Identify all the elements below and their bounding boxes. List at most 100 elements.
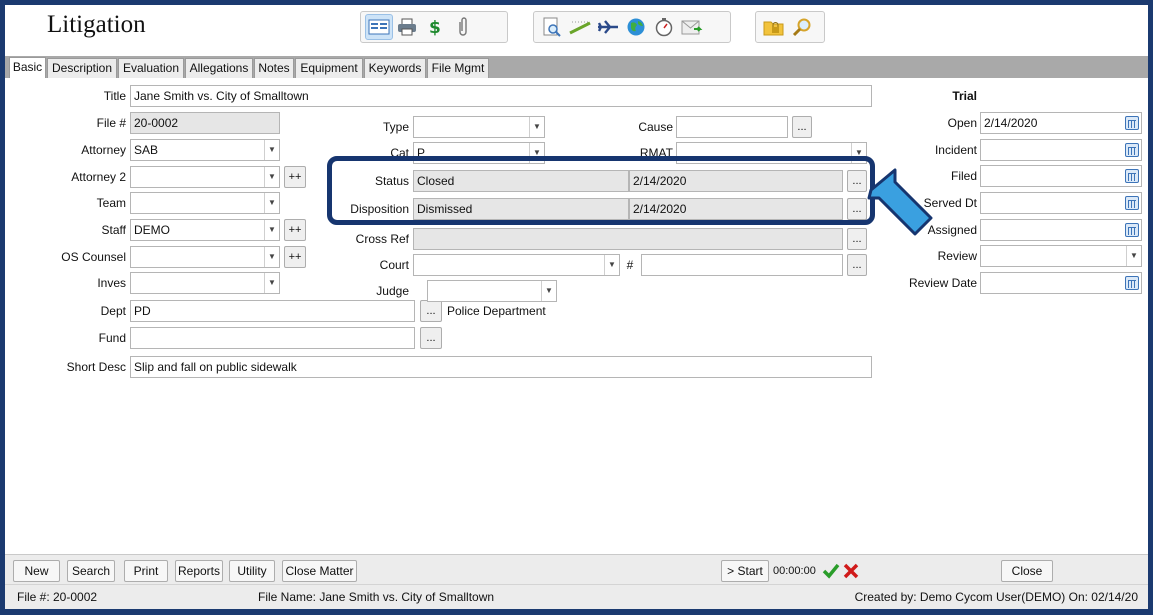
- court-lookup-button[interactable]: ...: [847, 254, 867, 276]
- timer-display: 00:00:00: [773, 565, 816, 577]
- filed-date-field[interactable]: [980, 165, 1142, 187]
- close-button[interactable]: Close: [1001, 560, 1053, 582]
- close-matter-button[interactable]: Close Matter: [282, 560, 357, 582]
- document-search-icon[interactable]: [538, 14, 566, 40]
- chevron-down-icon: ▼: [264, 273, 279, 293]
- svg-text:$: $: [429, 18, 441, 37]
- reports-button[interactable]: Reports: [175, 560, 223, 582]
- pen-icon[interactable]: [566, 14, 594, 40]
- chevron-down-icon: ▼: [541, 281, 556, 301]
- staff-value: DEMO: [134, 223, 170, 237]
- basic-pane: Title Jane Smith vs. City of Smalltown F…: [5, 78, 1148, 549]
- paperclip-icon[interactable]: [449, 14, 477, 40]
- tab-equipment[interactable]: Equipment: [295, 58, 363, 78]
- open-label: Open: [947, 116, 977, 130]
- calendar-icon[interactable]: [1125, 276, 1139, 290]
- served-date-field[interactable]: [980, 192, 1142, 214]
- inves-select[interactable]: ▼: [130, 272, 280, 294]
- cause-field[interactable]: [676, 116, 788, 138]
- magnifier-icon[interactable]: [788, 14, 816, 40]
- title-label: Title: [103, 89, 126, 103]
- status-disposition-highlight: [327, 156, 875, 225]
- chevron-down-icon: ▼: [264, 140, 279, 160]
- calendar-icon[interactable]: [1125, 143, 1139, 157]
- folder-lock-icon[interactable]: [760, 14, 788, 40]
- cross-ref-lookup-button[interactable]: ...: [847, 228, 867, 250]
- attorney2-select[interactable]: ▼: [130, 166, 280, 188]
- os-counsel-select[interactable]: ▼: [130, 246, 280, 268]
- assigned-date-field[interactable]: [980, 219, 1142, 241]
- toolbar-group-1: $: [360, 11, 508, 43]
- tab-strip: Basic Description Evaluation Allegations…: [5, 56, 1148, 78]
- form-view-icon[interactable]: [365, 14, 393, 40]
- dept-lookup-button[interactable]: ...: [420, 300, 442, 322]
- court-number-field[interactable]: [641, 254, 843, 276]
- dept-field[interactable]: PD: [130, 300, 415, 322]
- tab-basic[interactable]: Basic: [9, 57, 46, 78]
- chevron-down-icon: ▼: [604, 255, 619, 275]
- dept-label: Dept: [100, 304, 126, 318]
- staff-select[interactable]: DEMO ▼: [130, 219, 280, 241]
- short-desc-label: Short Desc: [66, 360, 126, 374]
- litigation-window: Litigation $ Basic Description Evaluatio…: [5, 5, 1148, 609]
- add-os-counsel-button[interactable]: ++: [284, 246, 306, 268]
- cross-ref-label: Cross Ref: [355, 232, 409, 246]
- chevron-down-icon: ▼: [1126, 246, 1141, 266]
- tab-keywords[interactable]: Keywords: [364, 58, 426, 78]
- tab-evaluation[interactable]: Evaluation: [118, 58, 184, 78]
- globe-icon[interactable]: [622, 14, 650, 40]
- stopwatch-icon[interactable]: [650, 14, 678, 40]
- cause-lookup-button[interactable]: ...: [792, 116, 812, 138]
- airplane-icon[interactable]: [594, 14, 622, 40]
- chevron-down-icon: ▼: [529, 117, 544, 137]
- tab-description[interactable]: Description: [47, 58, 117, 78]
- fund-lookup-button[interactable]: ...: [420, 327, 442, 349]
- add-staff-button[interactable]: ++: [284, 219, 306, 241]
- calendar-icon[interactable]: [1125, 116, 1139, 130]
- utility-button[interactable]: Utility: [229, 560, 275, 582]
- chevron-down-icon: ▼: [264, 167, 279, 187]
- incident-label: Incident: [934, 143, 977, 157]
- checkmark-icon[interactable]: [822, 562, 840, 580]
- calendar-icon[interactable]: [1125, 196, 1139, 210]
- court-select[interactable]: ▼: [413, 254, 620, 276]
- trial-heading: Trial: [952, 89, 977, 103]
- fund-field[interactable]: [130, 327, 415, 349]
- cross-ref-field: [413, 228, 843, 250]
- short-desc-field[interactable]: Slip and fall on public sidewalk: [130, 356, 872, 378]
- attorney-select[interactable]: SAB ▼: [130, 139, 280, 161]
- team-select[interactable]: ▼: [130, 192, 280, 214]
- calendar-icon[interactable]: [1125, 223, 1139, 237]
- new-button[interactable]: New: [13, 560, 60, 582]
- start-timer-button[interactable]: > Start: [721, 560, 769, 582]
- print-button[interactable]: Print: [124, 560, 168, 582]
- tab-allegations[interactable]: Allegations: [185, 58, 253, 78]
- money-icon[interactable]: $: [421, 14, 449, 40]
- type-label: Type: [382, 120, 409, 134]
- title-field[interactable]: Jane Smith vs. City of Smalltown: [130, 85, 872, 107]
- status-created-by: Created by: Demo Cycom User(DEMO) On: 02…: [854, 590, 1138, 604]
- title-bar: Litigation $: [5, 5, 1148, 47]
- judge-select[interactable]: ▼: [427, 280, 557, 302]
- incident-date-field[interactable]: [980, 139, 1142, 161]
- search-button[interactable]: Search: [67, 560, 115, 582]
- pointer-arrow-icon: [867, 168, 933, 236]
- status-bar: File #: 20-0002 File Name: Jane Smith vs…: [5, 584, 1148, 609]
- calendar-icon[interactable]: [1125, 169, 1139, 183]
- tab-notes[interactable]: Notes: [254, 58, 294, 78]
- chevron-down-icon: ▼: [264, 193, 279, 213]
- review-date-field[interactable]: [980, 272, 1142, 294]
- cancel-x-icon[interactable]: [842, 562, 860, 580]
- status-file-number: File #: 20-0002: [17, 590, 98, 604]
- printer-icon[interactable]: [393, 14, 421, 40]
- judge-label: Judge: [376, 284, 409, 298]
- review-select[interactable]: ▼: [980, 245, 1142, 267]
- email-icon[interactable]: [678, 14, 706, 40]
- open-date-field[interactable]: 2/14/2020: [980, 112, 1142, 134]
- inves-label: Inves: [97, 276, 126, 290]
- type-select[interactable]: ▼: [413, 116, 545, 138]
- attorney-value: SAB: [134, 143, 159, 157]
- tab-file-mgmt[interactable]: File Mgmt: [427, 58, 489, 78]
- staff-label: Staff: [101, 223, 126, 237]
- add-attorney2-button[interactable]: ++: [284, 166, 306, 188]
